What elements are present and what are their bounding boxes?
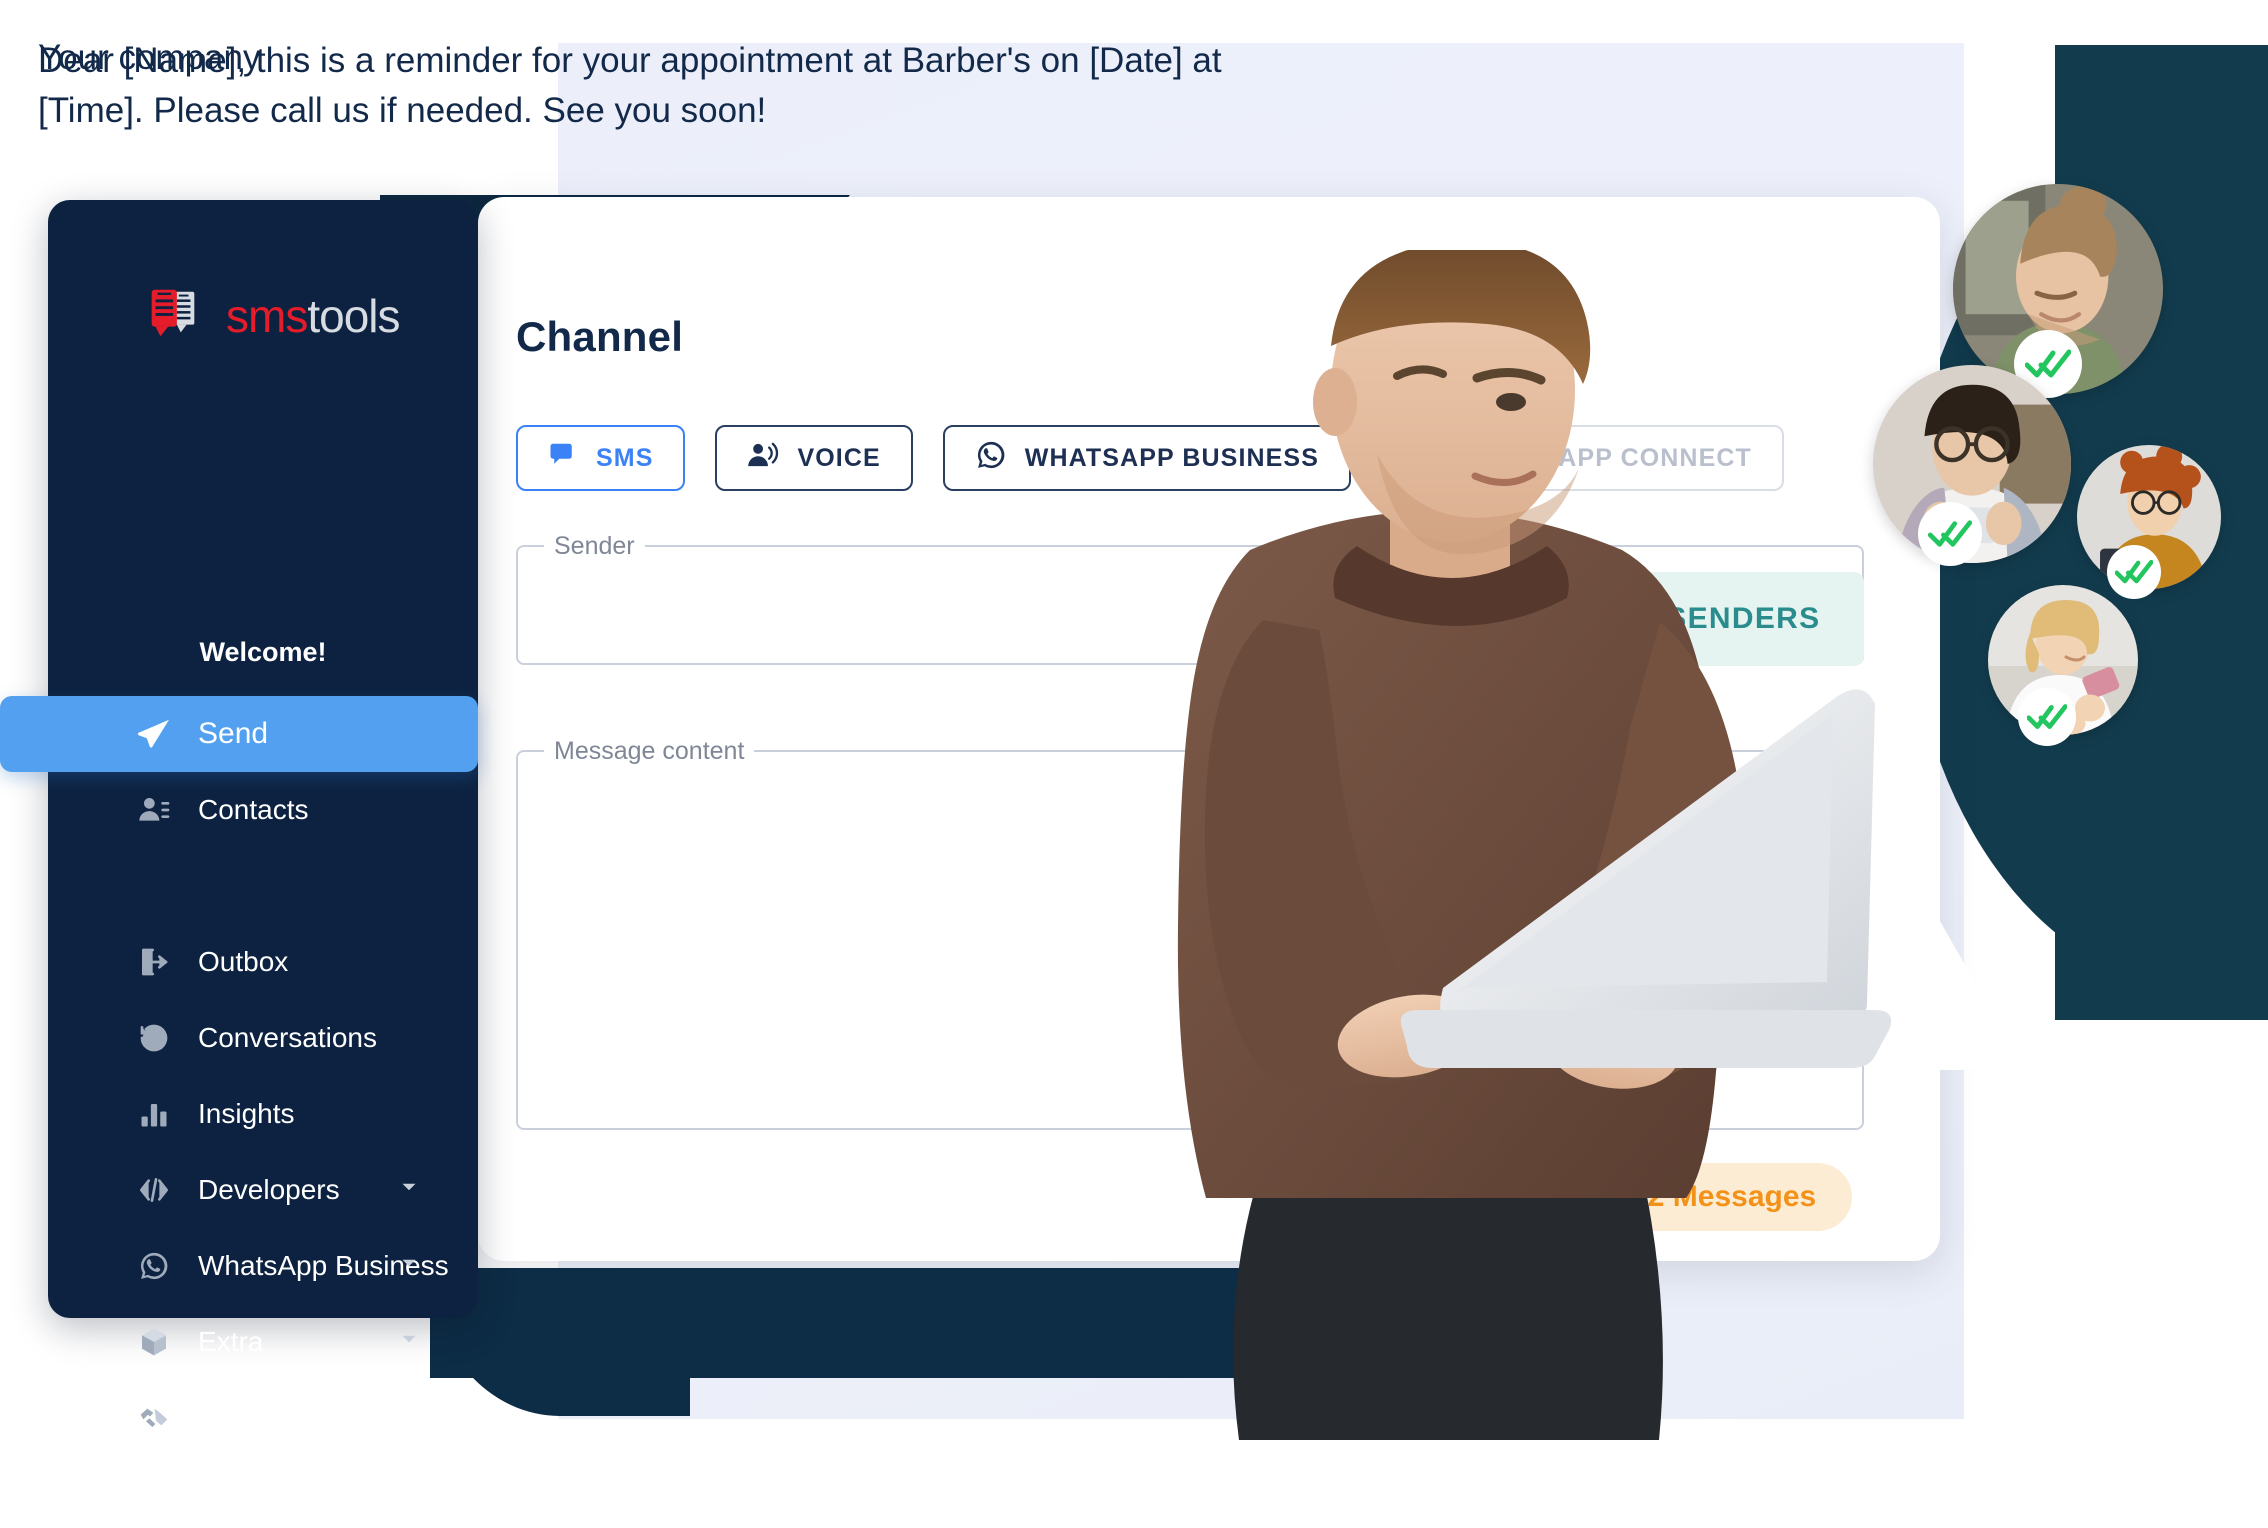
contacts-icon — [136, 792, 172, 828]
sidebar-item-outbox[interactable]: Outbox — [48, 924, 478, 1000]
tab-label: VOICE — [797, 443, 881, 472]
sidebar-item-conversations[interactable]: Conversations — [48, 1000, 478, 1076]
history-icon — [136, 1020, 172, 1056]
logo-text: smstools — [226, 289, 401, 343]
chevron-down-icon[interactable] — [396, 1326, 422, 1359]
screenshot-stage: Channel SMS VOICE WHATSAPP BUSINESS WHAT… — [0, 0, 2268, 1528]
message-content-value[interactable]: Dear [Name], this is a reminder for your… — [38, 36, 1308, 135]
sidebar-item-white-label[interactable]: White label — [48, 1380, 478, 1456]
app-logo[interactable]: smstools — [142, 282, 401, 349]
sidebar-item-label: Insights — [198, 1098, 295, 1129]
bar-chart-icon — [136, 1096, 172, 1132]
welcome-text: Welcome! — [199, 637, 327, 667]
chat-bubble-icon — [548, 440, 578, 477]
logo-text-sms: sms — [226, 289, 308, 342]
cube-icon — [136, 1324, 172, 1360]
sidebar-item-label: Developers — [198, 1174, 340, 1205]
page-title: Channel — [516, 313, 684, 360]
logo-text-tools: tools — [307, 289, 400, 342]
sidebar-item-label: Extra — [198, 1326, 264, 1357]
sidebar-item-whatsapp-business[interactable]: WhatsApp Business — [48, 1228, 478, 1304]
whatsapp-icon — [975, 439, 1007, 478]
tab-voice[interactable]: VOICE — [715, 425, 913, 491]
sidebar-item-developers[interactable]: Developers — [48, 1152, 478, 1228]
paper-plane-icon — [136, 716, 172, 752]
handshake-icon — [136, 1400, 172, 1436]
avatar-3-status — [2107, 545, 2161, 599]
code-icon — [136, 1172, 172, 1208]
avatar-4-status — [2018, 688, 2076, 746]
sidebar-send-slot: Send — [0, 696, 478, 924]
whatsapp-icon — [136, 1248, 172, 1284]
tab-label: SMS — [596, 443, 654, 472]
double-check-icon — [2025, 349, 2071, 378]
chevron-down-icon[interactable] — [396, 1250, 422, 1283]
sidebar-item-label: Send — [198, 717, 269, 750]
double-check-icon — [1928, 520, 1972, 547]
message-content-label: Message content — [544, 737, 755, 766]
hero-person-photo — [1177, 250, 1892, 1440]
smstools-logo-icon — [142, 282, 204, 349]
voice-icon — [747, 440, 779, 477]
double-check-icon — [2115, 559, 2153, 584]
double-check-icon — [2027, 704, 2067, 729]
sidebar: smstools Welcome! Dashboard — [0, 200, 478, 1433]
sidebar-nav: Dashboard Contacts — [0, 696, 478, 1456]
tab-sms[interactable]: SMS — [516, 425, 686, 491]
outbox-icon — [136, 944, 172, 980]
avatar-2-status — [1918, 502, 1982, 566]
sidebar-item-label: Contacts — [198, 794, 309, 825]
sidebar-item-insights[interactable]: Insights — [48, 1076, 478, 1152]
sidebar-item-send[interactable]: Send — [0, 696, 478, 772]
chevron-down-icon[interactable] — [396, 1174, 422, 1207]
sidebar-item-label: Conversations — [198, 1022, 377, 1053]
sender-field-label: Sender — [544, 532, 645, 561]
sidebar-item-contacts[interactable]: Contacts — [48, 772, 478, 848]
sidebar-item-extra[interactable]: Extra — [48, 1304, 478, 1380]
sidebar-item-label: White label — [198, 1402, 337, 1433]
sidebar-item-label: Outbox — [198, 946, 289, 977]
